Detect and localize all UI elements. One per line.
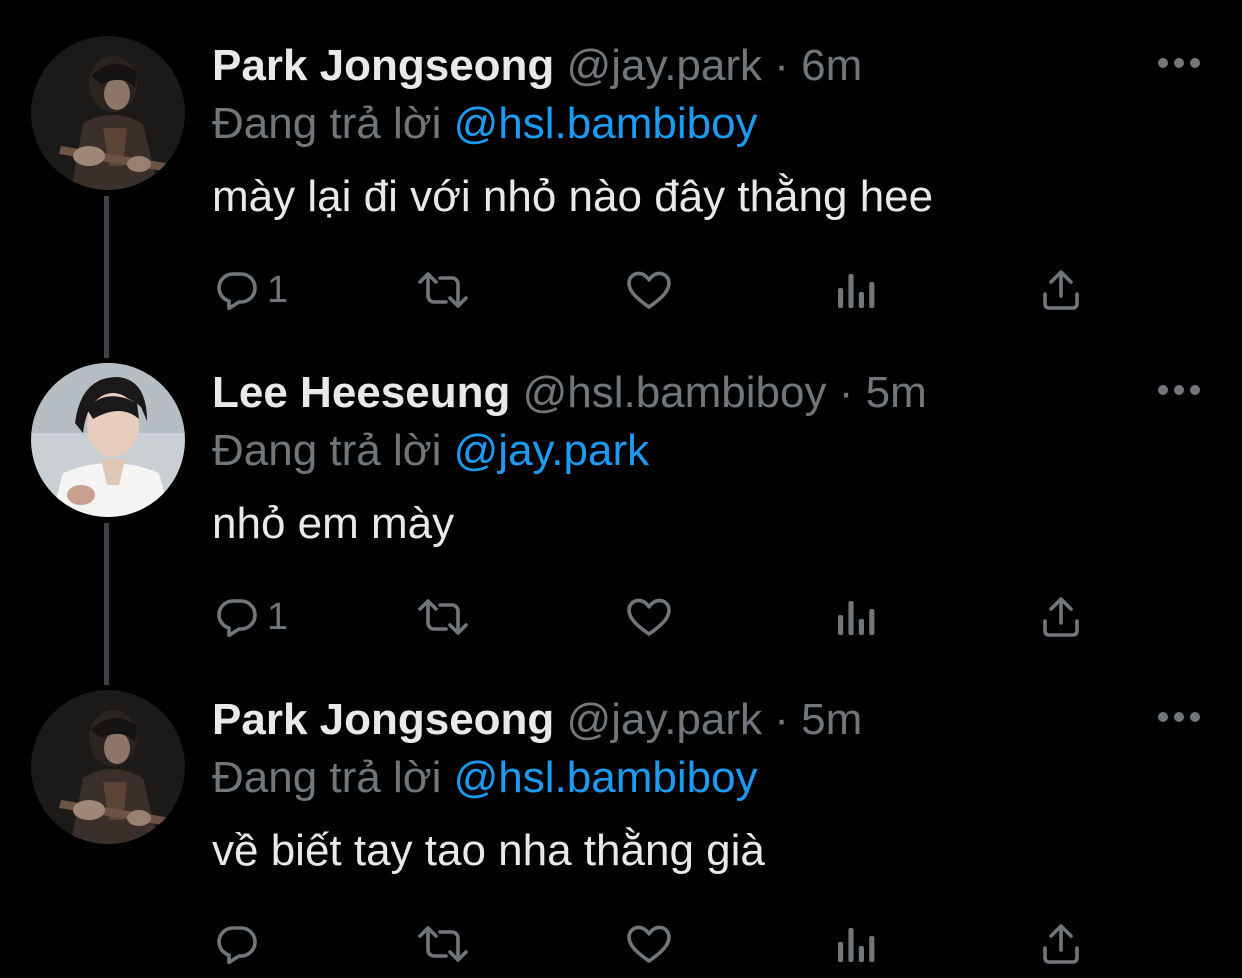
- more-options-icon[interactable]: [1158, 56, 1200, 70]
- like-button[interactable]: [624, 262, 674, 318]
- replying-to: Đang trả lời @hsl.bambiboy: [212, 98, 758, 150]
- views-button[interactable]: [832, 262, 880, 318]
- replying-to-label: Đang trả lời: [212, 753, 442, 802]
- analytics-icon: [838, 601, 875, 635]
- display-name[interactable]: Park Jongseong: [212, 695, 554, 744]
- mention-link[interactable]: @hsl.bambiboy: [454, 99, 758, 148]
- avatar-photo-guitar: [31, 36, 185, 190]
- share-button[interactable]: [1037, 589, 1085, 645]
- tweet-text: mày lại đi với nhỏ nào đây thằng hee: [212, 172, 934, 221]
- replying-to: Đang trả lời @jay.park: [212, 425, 649, 477]
- reply-count: 1: [267, 595, 289, 638]
- more-options-icon[interactable]: [1158, 383, 1200, 397]
- reply-count: 1: [267, 268, 289, 311]
- like-button[interactable]: [624, 916, 674, 972]
- reply-icon: [217, 926, 257, 965]
- user-handle[interactable]: @jay.park: [567, 695, 762, 744]
- heart-icon: [627, 271, 671, 309]
- retweet-button[interactable]: [414, 916, 472, 972]
- tweet-actions: 1: [0, 262, 1242, 318]
- user-handle[interactable]: @jay.park: [567, 41, 762, 90]
- views-button[interactable]: [832, 589, 880, 645]
- retweet-icon: [418, 926, 468, 962]
- reply-icon: [217, 599, 257, 638]
- views-button[interactable]: [832, 916, 880, 972]
- share-icon: [1043, 924, 1079, 964]
- mention-link[interactable]: @jay.park: [454, 426, 649, 475]
- tweet-text: về biết tay tao nha thằng già: [212, 826, 765, 875]
- tweet-text: nhỏ em mày: [212, 499, 455, 548]
- retweet-icon: [418, 272, 468, 308]
- like-button[interactable]: [624, 589, 674, 645]
- avatar[interactable]: [31, 363, 185, 517]
- heart-icon: [627, 925, 671, 963]
- heart-icon: [627, 598, 671, 636]
- timestamp[interactable]: · 6m: [774, 41, 862, 90]
- retweet-button[interactable]: [414, 262, 472, 318]
- display-name[interactable]: Lee Heeseung: [212, 368, 510, 417]
- analytics-icon: [838, 274, 875, 308]
- avatar[interactable]: [31, 36, 185, 190]
- avatar-photo-portrait: [31, 363, 185, 517]
- tweet-actions: [0, 916, 1242, 972]
- tweet-header: Lee Heeseung @hsl.bambiboy · 5m: [212, 367, 927, 419]
- avatar[interactable]: [31, 690, 185, 844]
- analytics-icon: [838, 928, 875, 962]
- reply-button[interactable]: 1: [213, 589, 288, 645]
- share-icon: [1043, 270, 1079, 310]
- share-icon: [1043, 597, 1079, 637]
- tweet-header: Park Jongseong @jay.park · 6m: [212, 40, 862, 92]
- share-button[interactable]: [1037, 262, 1085, 318]
- mention-link[interactable]: @hsl.bambiboy: [454, 753, 758, 802]
- user-handle[interactable]: @hsl.bambiboy: [523, 368, 827, 417]
- tweet-thread: Park Jongseong @jay.park · 6m Đang trả l…: [0, 0, 1242, 978]
- avatar-photo-guitar: [31, 690, 185, 844]
- replying-to-label: Đang trả lời: [212, 99, 442, 148]
- display-name[interactable]: Park Jongseong: [212, 41, 554, 90]
- reply-button[interactable]: [213, 916, 267, 972]
- replying-to-label: Đang trả lời: [212, 426, 442, 475]
- retweet-icon: [418, 599, 468, 635]
- timestamp[interactable]: · 5m: [839, 368, 927, 417]
- reply-icon: [217, 272, 257, 311]
- retweet-button[interactable]: [414, 589, 472, 645]
- more-options-icon[interactable]: [1158, 710, 1200, 724]
- timestamp[interactable]: · 5m: [774, 695, 862, 744]
- tweet-actions: 1: [0, 589, 1242, 645]
- tweet-header: Park Jongseong @jay.park · 5m: [212, 694, 862, 746]
- replying-to: Đang trả lời @hsl.bambiboy: [212, 752, 758, 804]
- share-button[interactable]: [1037, 916, 1085, 972]
- reply-button[interactable]: 1: [213, 262, 288, 318]
